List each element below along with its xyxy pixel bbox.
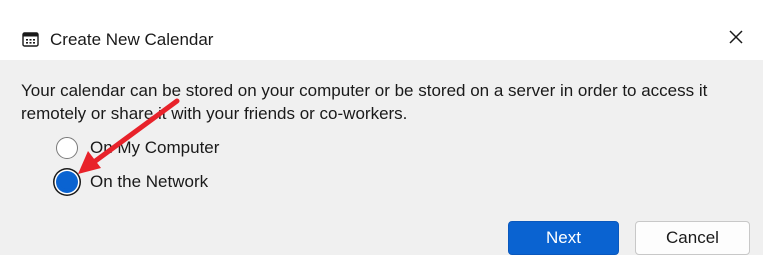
dialog-titlebar: Create New Calendar [0,0,763,60]
next-button[interactable]: Next [508,221,619,255]
radio-label-on-the-network: On the Network [90,172,209,191]
radio-label-on-my-computer: On My Computer [90,138,220,157]
radio-button-checked[interactable] [56,171,78,193]
calendar-icon [22,31,39,48]
create-calendar-dialog: Create New Calendar Your calendar can be… [0,0,763,255]
close-icon [728,29,744,50]
dialog-title: Create New Calendar [50,30,214,49]
close-button[interactable] [719,22,753,56]
description-text: Your calendar can be stored on your comp… [21,81,708,123]
radio-button-unchecked[interactable] [56,137,78,159]
radio-on-my-computer[interactable]: On My Computer [56,137,219,159]
radio-on-the-network[interactable]: On the Network [56,171,208,193]
cancel-button[interactable]: Cancel [635,221,750,255]
dialog-content: Your calendar can be stored on your comp… [0,60,763,255]
